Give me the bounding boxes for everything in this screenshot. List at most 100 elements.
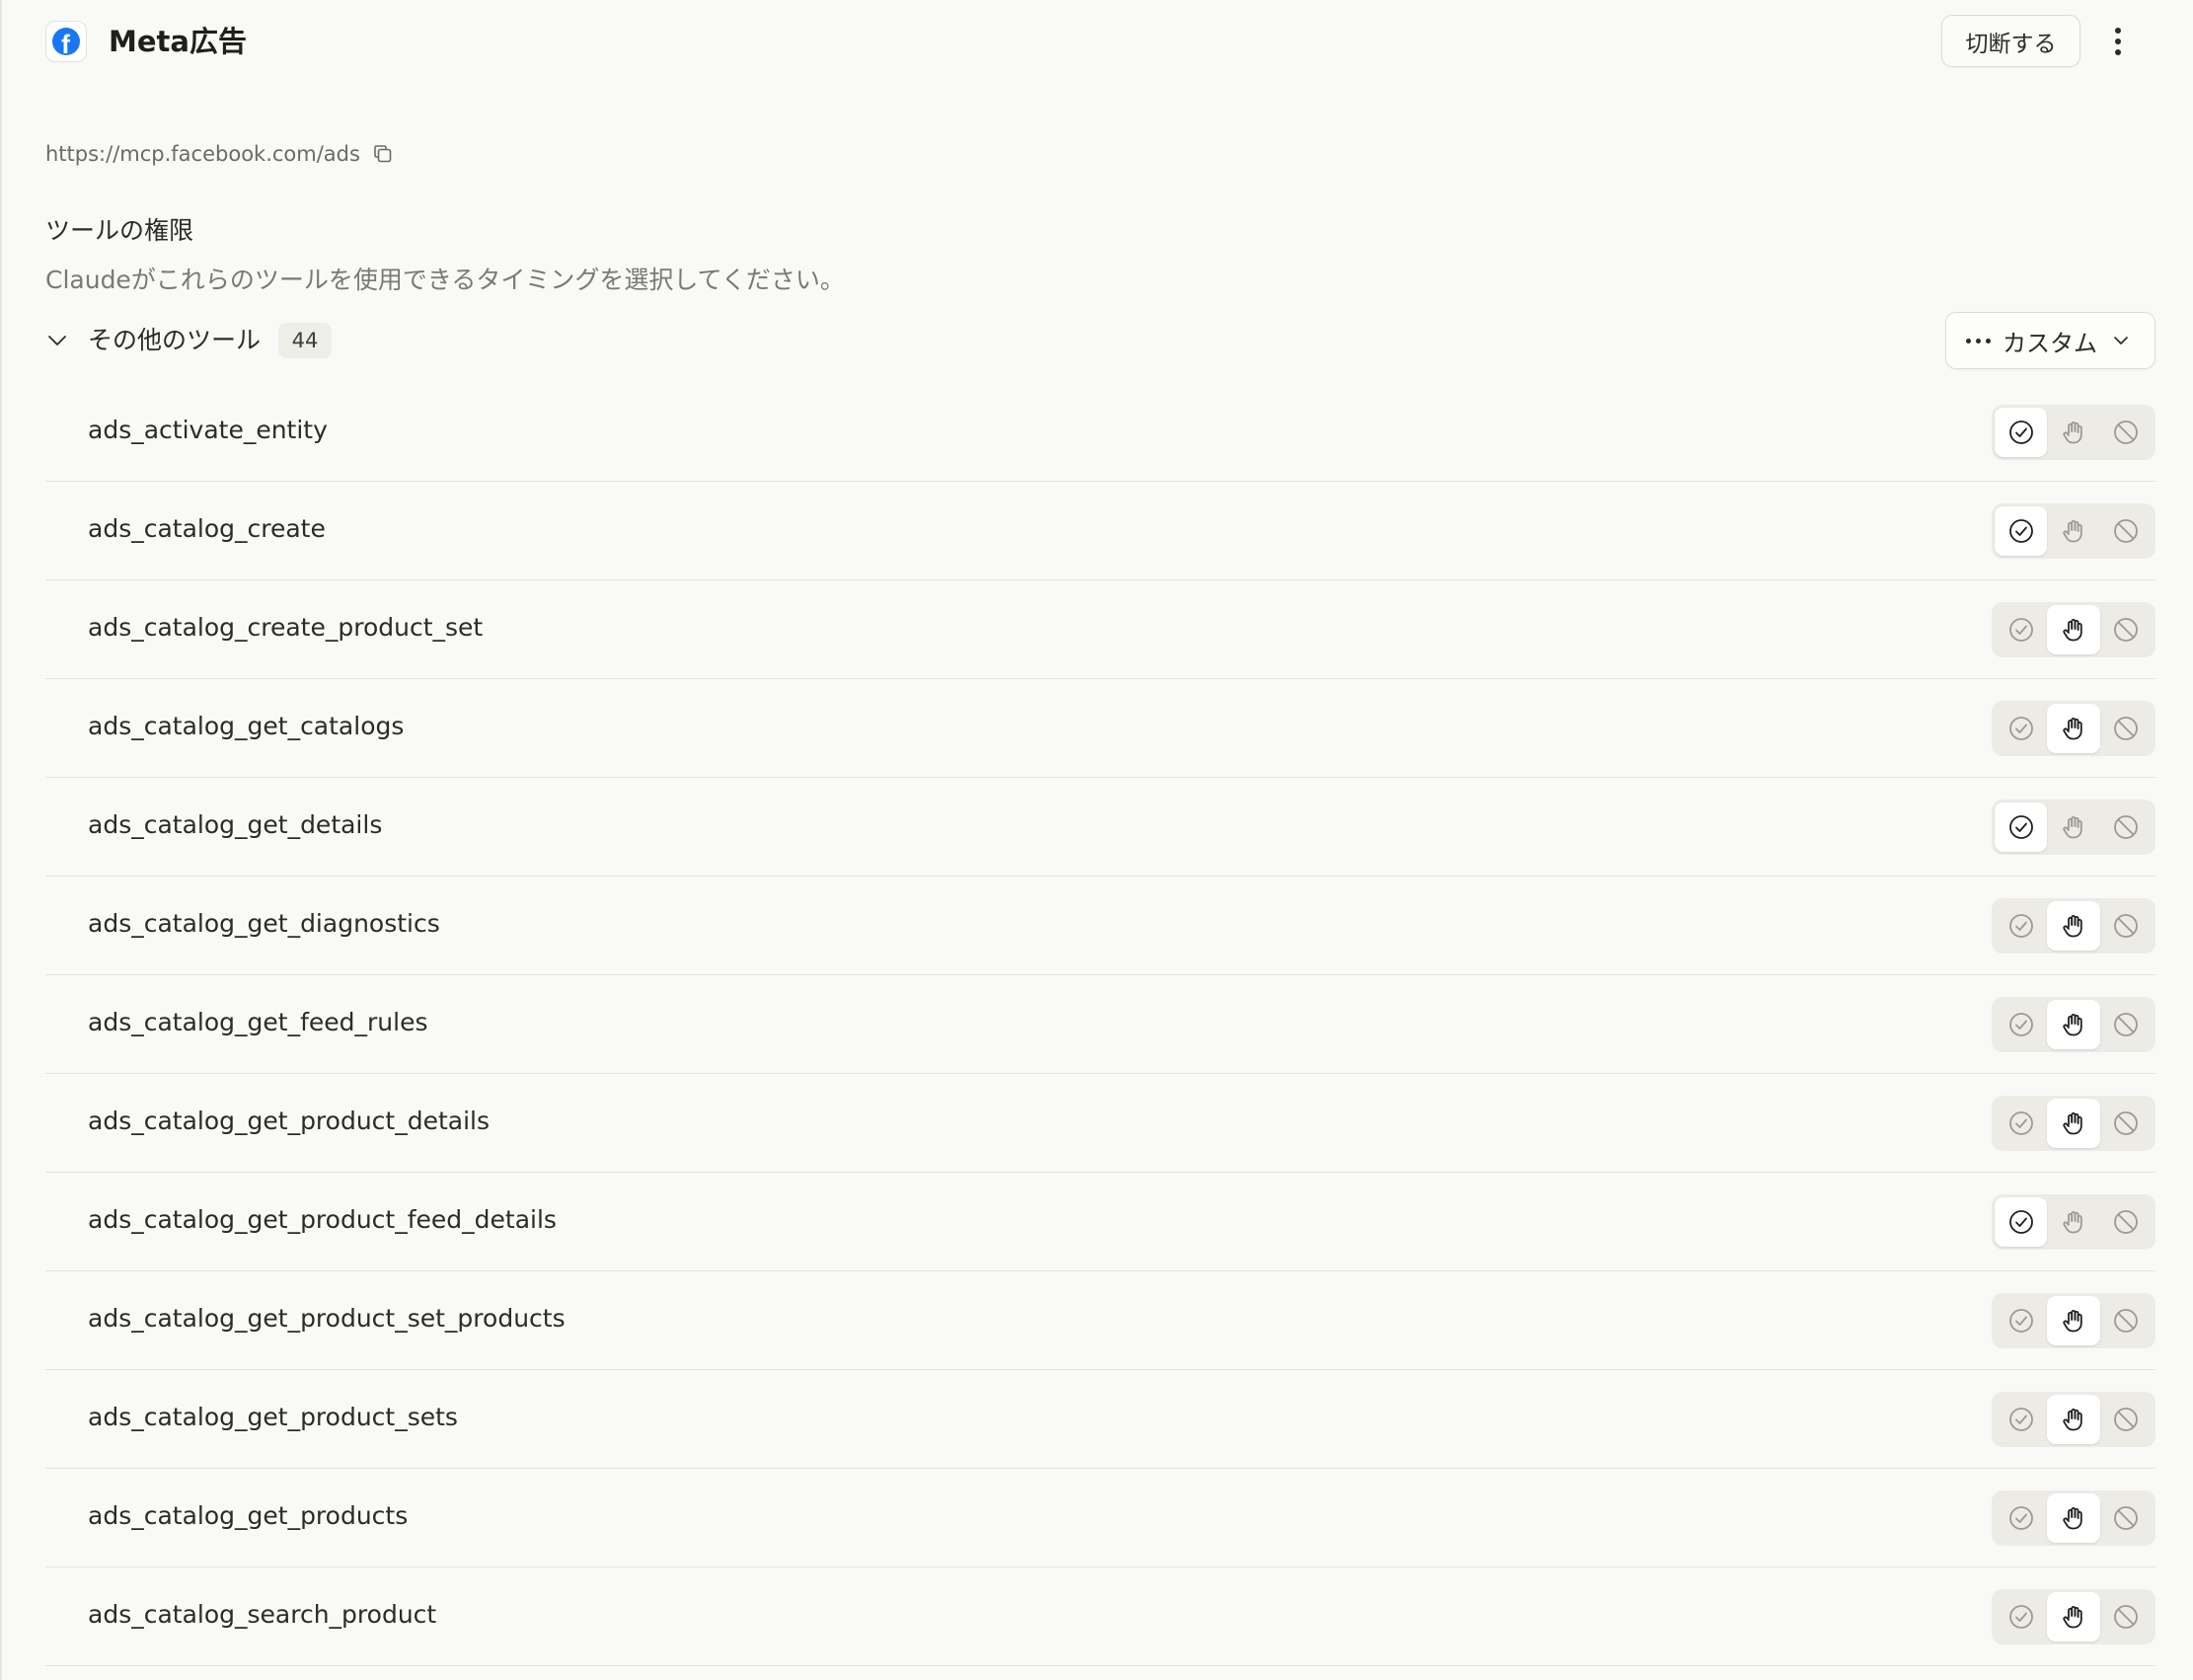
permission-option-ask[interactable] (2047, 1395, 2100, 1444)
facebook-logo-icon: f (52, 28, 80, 55)
ask-hand-icon (2063, 421, 2082, 444)
tool-row: ads_catalog_get_products (45, 1469, 2155, 1567)
tool-row: ads_catalog_create_product_set (45, 580, 2155, 679)
permission-option-ask[interactable] (2047, 605, 2100, 654)
permission-option-allow[interactable] (1995, 1099, 2047, 1148)
permission-option-block[interactable] (2100, 1000, 2153, 1049)
ask-hand-icon (2063, 520, 2082, 543)
permission-option-allow[interactable] (1995, 802, 2048, 852)
permission-option-block[interactable] (2100, 1296, 2153, 1345)
permission-option-allow[interactable] (1995, 408, 2048, 457)
server-url: https://mcp.facebook.com/ads (45, 142, 360, 166)
tool-row: ads_catalog_get_details (45, 778, 2155, 877)
permission-option-ask[interactable] (2047, 802, 2099, 852)
group-permission-dropdown[interactable]: カスタム (1945, 312, 2155, 369)
ask-hand-icon (2063, 619, 2082, 642)
more-horizontal-icon (1966, 338, 1991, 344)
block-icon (2114, 815, 2139, 839)
tool-name: ads_catalog_get_product_feed_details (88, 1205, 557, 1234)
permission-option-block[interactable] (2100, 704, 2153, 753)
always-allow-check-icon (2008, 1506, 2033, 1530)
always-allow-check-icon (2008, 420, 2033, 444)
permission-option-allow[interactable] (1995, 605, 2047, 654)
tool-name: ads_catalog_get_product_details (88, 1107, 491, 1135)
permission-option-ask[interactable] (2047, 1099, 2100, 1148)
permission-option-ask[interactable] (2047, 408, 2099, 457)
more-vertical-icon[interactable] (2098, 20, 2138, 63)
ask-hand-icon (2063, 1112, 2082, 1135)
tool-name: ads_catalog_get_products (88, 1501, 409, 1530)
permission-option-block[interactable] (2100, 1197, 2153, 1247)
ask-hand-icon (2063, 1507, 2082, 1530)
connector-logo: f (45, 21, 87, 62)
chevron-down-icon[interactable] (45, 329, 69, 352)
permission-toggle (1992, 898, 2155, 954)
permission-toggle (1992, 701, 2155, 756)
always-allow-check-icon (2008, 1605, 2033, 1629)
block-icon (2114, 1506, 2139, 1530)
permission-option-allow[interactable] (1995, 1493, 2047, 1543)
always-allow-check-icon (2008, 914, 2033, 938)
permission-option-ask[interactable] (2047, 1197, 2099, 1247)
ask-hand-icon (2063, 1409, 2082, 1431)
connector-title: Meta広告 (109, 25, 247, 58)
chevron-down-icon (2114, 337, 2128, 344)
permission-option-ask[interactable] (2047, 704, 2100, 753)
permission-option-allow[interactable] (1995, 1296, 2047, 1345)
permission-option-allow[interactable] (1995, 1197, 2048, 1247)
tool-row: ads_catalog_get_diagnostics (45, 877, 2155, 975)
block-icon (2114, 914, 2139, 938)
permission-option-block[interactable] (2100, 605, 2153, 654)
disconnect-button[interactable]: 切断する (1941, 15, 2080, 67)
permission-option-ask[interactable] (2047, 506, 2099, 556)
permission-option-ask[interactable] (2047, 1592, 2100, 1642)
permission-option-allow[interactable] (1995, 704, 2047, 753)
block-icon (2114, 717, 2139, 740)
tool-count-badge: 44 (278, 323, 332, 358)
tool-name: ads_catalog_get_diagnostics (88, 909, 440, 938)
tool-name: ads_catalog_get_catalogs (88, 712, 405, 740)
permission-option-ask[interactable] (2047, 1000, 2100, 1049)
permission-option-block[interactable] (2100, 1592, 2153, 1642)
ask-hand-icon (2063, 718, 2082, 740)
tool-row: ads_catalog_get_product_set_products (45, 1271, 2155, 1370)
tool-name: ads_catalog_create_product_set (88, 613, 484, 642)
ask-hand-icon (2063, 1211, 2082, 1234)
tool-name: ads_catalog_create (88, 514, 326, 543)
permission-option-allow[interactable] (1995, 1395, 2047, 1444)
always-allow-check-icon (2008, 717, 2033, 740)
connector-header: f Meta広告 切断する (45, 0, 2155, 83)
permission-option-allow[interactable] (1995, 1592, 2047, 1642)
tool-group-label[interactable]: その他のツール (88, 323, 261, 358)
group-permission-label: カスタム (2003, 329, 2097, 357)
permission-option-ask[interactable] (2047, 901, 2100, 951)
permission-option-block[interactable] (2100, 408, 2153, 457)
tool-row: ads_catalog_get_product_sets (45, 1370, 2155, 1469)
permission-option-block[interactable] (2100, 901, 2153, 951)
always-allow-check-icon (2008, 815, 2033, 839)
tool-row: ads_catalog_get_catalogs (45, 679, 2155, 778)
tool-row: ads_catalog_create (45, 482, 2155, 580)
permission-option-block[interactable] (2100, 506, 2153, 556)
permission-option-allow[interactable] (1995, 1000, 2047, 1049)
permission-toggle (1992, 997, 2155, 1052)
permission-option-block[interactable] (2100, 1395, 2153, 1444)
permission-toggle (1992, 1194, 2155, 1250)
permission-option-block[interactable] (2100, 802, 2153, 852)
permission-option-block[interactable] (2100, 1493, 2153, 1543)
copy-icon[interactable] (372, 143, 394, 165)
permission-toggle (1992, 602, 2155, 657)
permissions-description: Claudeがこれらのツールを使用できるタイミングを選択してください。 (45, 266, 845, 294)
permission-option-block[interactable] (2100, 1099, 2153, 1148)
ask-hand-icon (2063, 1014, 2082, 1036)
always-allow-check-icon (2008, 1210, 2033, 1234)
panel-left-border (0, 0, 2, 1680)
permission-option-allow[interactable] (1995, 506, 2048, 556)
permission-option-ask[interactable] (2047, 1493, 2100, 1543)
tool-name: ads_catalog_get_product_sets (88, 1403, 458, 1431)
permission-option-ask[interactable] (2047, 1296, 2100, 1345)
tool-name: ads_catalog_get_product_set_products (88, 1304, 566, 1333)
block-icon (2114, 618, 2139, 642)
ask-hand-icon (2063, 915, 2082, 938)
permission-option-allow[interactable] (1995, 901, 2047, 951)
